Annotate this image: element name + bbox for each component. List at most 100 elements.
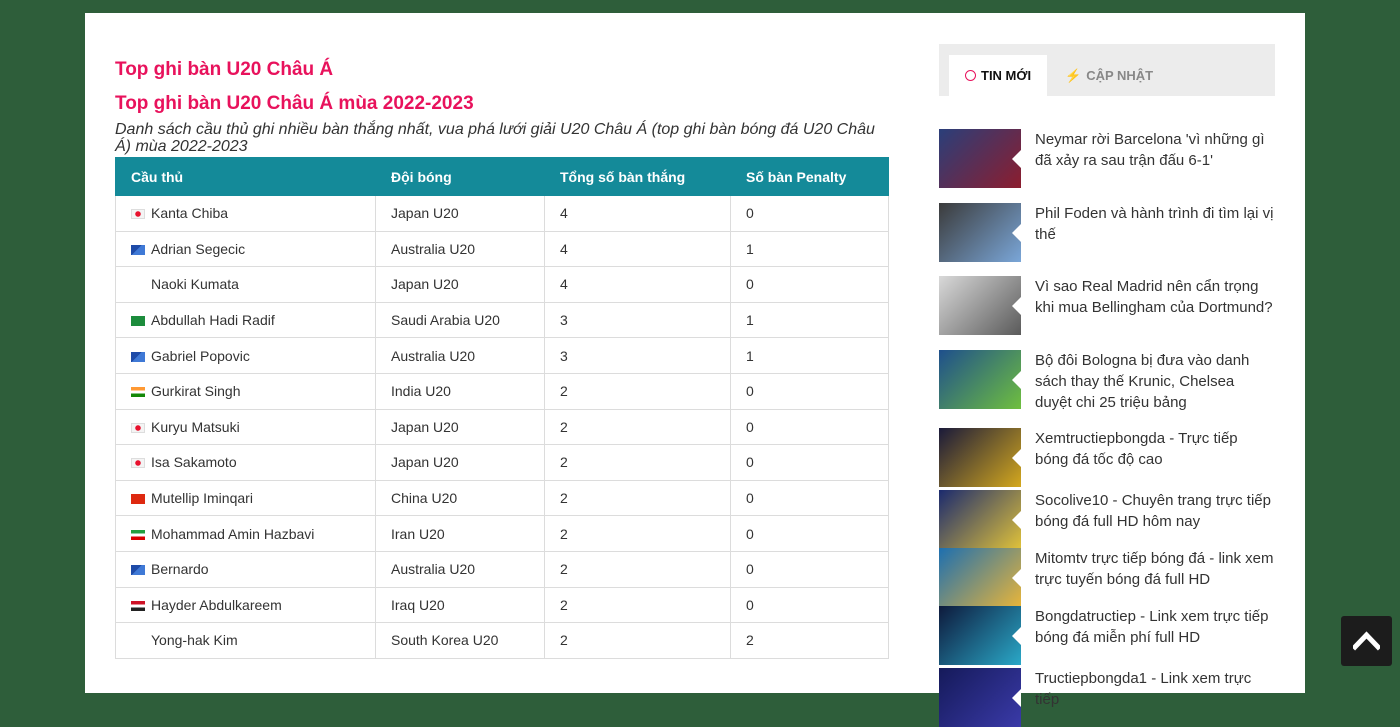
player-name[interactable]: Gabriel Popovic [151, 348, 250, 364]
tab-updates[interactable]: ⚡ CẬP NHẬT [1049, 55, 1169, 96]
penalty-cell: 2 [730, 622, 889, 659]
tab-latest-label: TIN MỚI [981, 68, 1032, 83]
player-name[interactable]: Hayder Abdulkareem [151, 597, 282, 613]
flag-icon [131, 600, 145, 611]
news-title[interactable]: Bongdatructiep - Link xem trực tiếp bóng… [1035, 606, 1275, 648]
table-row: Gurkirat Singh India U20 2 0 [115, 372, 889, 410]
player-name[interactable]: Abdullah Hadi Radif [151, 312, 275, 328]
table-row: Adrian Segecic Australia U20 4 1 [115, 230, 889, 268]
player-name[interactable]: Isa Sakamoto [151, 454, 237, 470]
header-player: Cầu thủ [115, 157, 376, 196]
goals-cell: 2 [544, 408, 731, 446]
goals-cell: 2 [544, 550, 731, 588]
flag-icon [131, 209, 145, 220]
player-name[interactable]: Mutellip Iminqari [151, 490, 253, 506]
tab-latest[interactable]: TIN MỚI [949, 55, 1048, 96]
table-row: Kuryu Matsuki Japan U20 2 0 [115, 408, 889, 446]
penalty-cell: 0 [730, 372, 889, 410]
news-thumbnail[interactable] [939, 490, 1021, 549]
news-thumbnail[interactable] [939, 606, 1021, 665]
content-panel: Top ghi bàn U20 Châu Á Top ghi bàn U20 C… [85, 13, 1305, 727]
table-row: Abdullah Hadi Radif Saudi Arabia U20 3 1 [115, 301, 889, 339]
flag-icon [131, 494, 145, 505]
main-content: Top ghi bàn U20 Châu Á Top ghi bàn U20 C… [115, 57, 889, 659]
page-description: Danh sách cầu thủ ghi nhiều bàn thắng nh… [115, 121, 875, 155]
penalty-cell: 1 [730, 337, 889, 374]
flag-icon [131, 636, 145, 646]
news-title[interactable]: Xemtructiepbongda - Trực tiếp bóng đá tố… [1035, 428, 1275, 470]
team-cell: Australia U20 [375, 230, 545, 268]
penalty-cell: 1 [730, 230, 889, 268]
penalty-cell: 0 [730, 444, 889, 481]
team-cell: Saudi Arabia U20 [375, 301, 545, 339]
table-header-row: Cầu thủ Đội bóng Tổng số bàn thắng Số bà… [115, 157, 889, 196]
news-thumbnail[interactable] [939, 276, 1021, 335]
sidebar: TIN MỚI ⚡ CẬP NHẬT Neymar rời Barcelona '… [939, 44, 1275, 727]
bolt-icon: ⚡ [1065, 68, 1082, 83]
table-row: Naoki Kumata Japan U20 4 0 [115, 266, 889, 303]
flag-icon [131, 316, 145, 327]
news-thumbnail[interactable] [939, 548, 1021, 607]
news-thumbnail[interactable] [939, 428, 1021, 487]
player-name[interactable]: Yong-hak Kim [151, 632, 238, 648]
team-cell: Iraq U20 [375, 586, 545, 624]
flag-icon [131, 387, 145, 398]
team-cell: Iran U20 [375, 515, 545, 552]
team-cell: Japan U20 [375, 266, 545, 303]
flag-icon [131, 422, 145, 433]
player-cell: Naoki Kumata [115, 266, 376, 303]
news-title[interactable]: Neymar rời Barcelona 'vì những gì đã xảy… [1035, 129, 1275, 171]
news-title[interactable]: Tructiepbongda1 - Link xem trực tiếp [1035, 668, 1275, 710]
penalty-cell: 0 [730, 266, 889, 303]
player-name[interactable]: Gurkirat Singh [151, 383, 240, 399]
player-name[interactable]: Kuryu Matsuki [151, 419, 240, 435]
player-cell: Bernardo [115, 550, 376, 588]
player-name[interactable]: Mohammad Amin Hazbavi [151, 526, 314, 542]
player-name[interactable]: Bernardo [151, 561, 209, 577]
player-cell: Kuryu Matsuki [115, 408, 376, 446]
news-thumbnail[interactable] [939, 129, 1021, 188]
header-penalty: Số bàn Penalty [730, 157, 889, 196]
player-cell: Gurkirat Singh [115, 372, 376, 410]
goals-cell: 4 [544, 195, 731, 232]
news-title[interactable]: Phil Foden và hành trình đi tìm lại vị t… [1035, 203, 1275, 245]
news-thumbnail[interactable] [939, 203, 1021, 262]
news-title[interactable]: Bộ đôi Bologna bị đưa vào danh sách thay… [1035, 350, 1275, 413]
flag-icon [131, 351, 145, 362]
news-title[interactable]: Vì sao Real Madrid nên cẩn trọng khi mua… [1035, 276, 1275, 318]
penalty-cell: 0 [730, 479, 889, 517]
player-cell: Adrian Segecic [115, 230, 376, 268]
goals-cell: 2 [544, 479, 731, 517]
player-cell: Kanta Chiba [115, 195, 376, 232]
header-goals: Tổng số bàn thắng [544, 157, 731, 196]
table-row: Mohammad Amin Hazbavi Iran U20 2 0 [115, 515, 889, 552]
player-cell: Hayder Abdulkareem [115, 586, 376, 624]
player-name[interactable]: Naoki Kumata [151, 276, 239, 292]
news-thumbnail[interactable] [939, 350, 1021, 409]
goals-cell: 2 [544, 372, 731, 410]
table-row: Yong-hak Kim South Korea U20 2 2 [115, 622, 889, 659]
flag-icon [131, 565, 145, 576]
top-scorers-table: Cầu thủ Đội bóng Tổng số bàn thắng Số bà… [115, 157, 889, 659]
penalty-cell: 0 [730, 408, 889, 446]
page-subtitle: Top ghi bàn U20 Châu Á mùa 2022-2023 [115, 93, 474, 114]
goals-cell: 2 [544, 622, 731, 659]
goals-cell: 4 [544, 230, 731, 268]
header-team: Đội bóng [375, 157, 545, 196]
scroll-to-top-button[interactable] [1341, 616, 1392, 666]
news-title[interactable]: Socolive10 - Chuyên trang trực tiếp bóng… [1035, 490, 1275, 532]
player-cell: Gabriel Popovic [115, 337, 376, 374]
page-title: Top ghi bàn U20 Châu Á [115, 59, 334, 80]
penalty-cell: 0 [730, 515, 889, 552]
table-row: Hayder Abdulkareem Iraq U20 2 0 [115, 586, 889, 624]
news-thumbnail[interactable] [939, 668, 1021, 727]
player-name[interactable]: Kanta Chiba [151, 205, 228, 221]
player-name[interactable]: Adrian Segecic [151, 241, 245, 257]
penalty-cell: 1 [730, 301, 889, 339]
tab-updates-label: CẬP NHẬT [1086, 68, 1154, 83]
team-cell: Japan U20 [375, 408, 545, 446]
news-title[interactable]: Mitomtv trực tiếp bóng đá - link xem trự… [1035, 548, 1275, 590]
team-cell: Japan U20 [375, 444, 545, 481]
table-row: Kanta Chiba Japan U20 4 0 [115, 195, 889, 232]
clock-icon [965, 70, 976, 81]
